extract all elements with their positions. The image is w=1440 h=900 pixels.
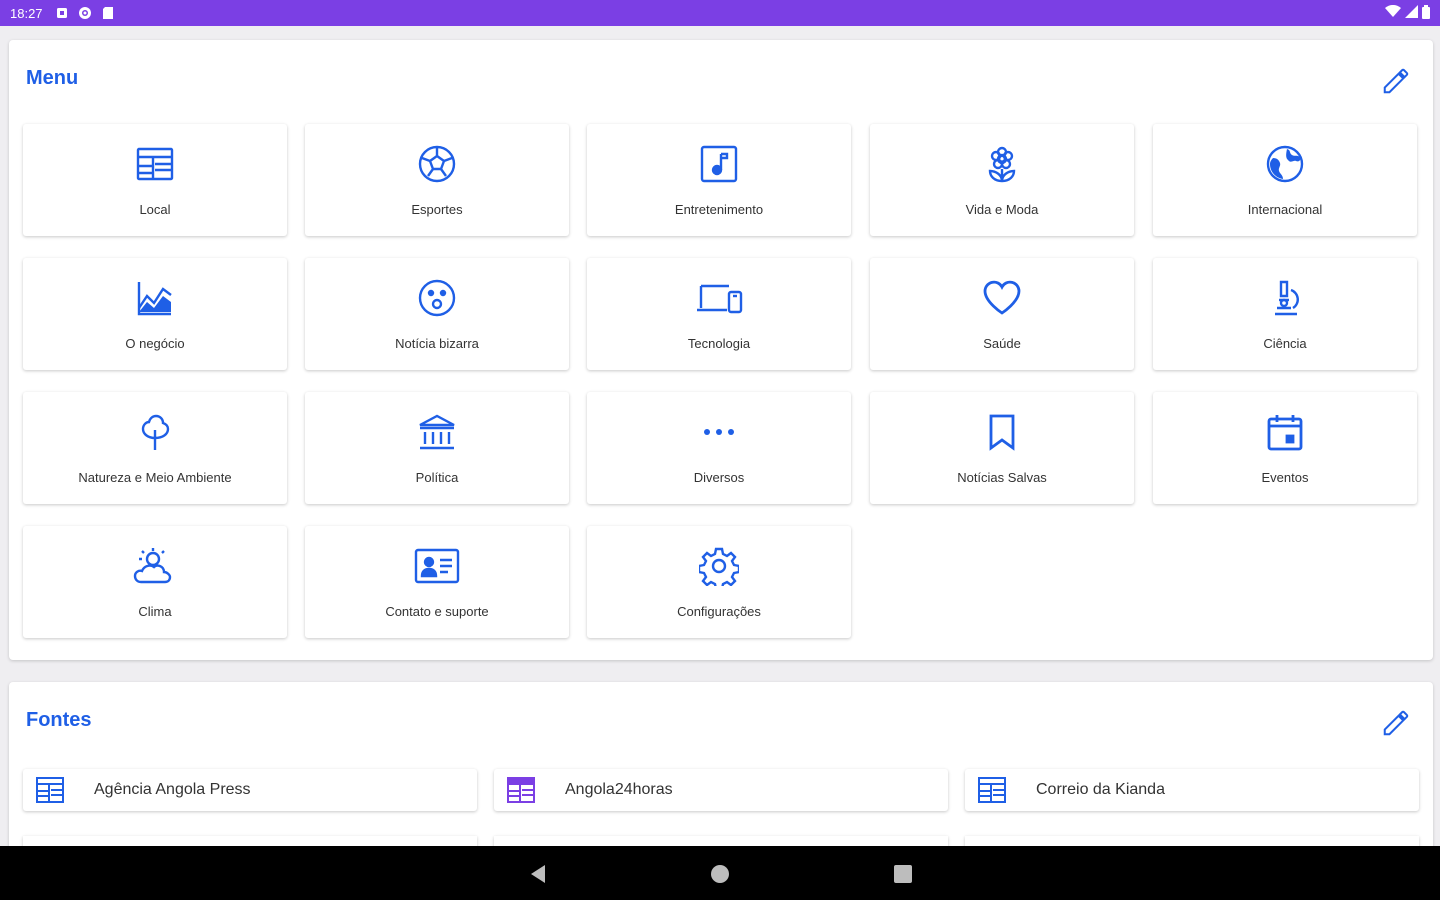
menu-item-label: Internacional	[1247, 202, 1323, 217]
source-label: Angola24horas	[565, 781, 673, 798]
tree-icon	[23, 412, 287, 452]
status-time: 18:27	[10, 5, 43, 21]
menu-item-label: Notícias Salvas	[957, 470, 1047, 485]
surprised-face-icon	[305, 278, 569, 318]
pencil-icon	[1383, 68, 1409, 94]
notification-icon	[55, 6, 69, 20]
menu-card: Menu Local Esportes Entretenimento Vida …	[9, 40, 1433, 660]
menu-item-noticia-bizarra[interactable]: Notícia bizarra	[305, 258, 569, 370]
recents-button[interactable]	[892, 863, 914, 885]
contact-card-icon	[305, 546, 569, 586]
edit-fontes-button[interactable]	[1379, 706, 1413, 740]
pencil-icon	[1383, 710, 1409, 736]
source-item[interactable]: Agência Angola Press	[23, 769, 477, 811]
chart-icon	[23, 278, 287, 318]
menu-item-label: Ciência	[1263, 336, 1307, 351]
local-news-icon	[23, 144, 287, 184]
fontes-title: Fontes	[26, 709, 92, 731]
menu-item-internacional[interactable]: Internacional	[1153, 124, 1417, 236]
devices-icon	[587, 278, 851, 318]
news-source-icon	[506, 775, 536, 805]
menu-title: Menu	[26, 67, 79, 89]
home-circle-icon	[711, 865, 729, 883]
menu-item-label: O negócio	[125, 336, 185, 351]
menu-item-label: Clima	[138, 604, 172, 619]
menu-item-label: Eventos	[1261, 470, 1309, 485]
flower-icon	[870, 144, 1134, 184]
more-dots-icon	[587, 412, 851, 452]
globe-icon	[1153, 144, 1417, 184]
menu-item-politica[interactable]: Política	[305, 392, 569, 504]
source-label: Correio da Kianda	[1036, 781, 1165, 798]
menu-item-label: Configurações	[677, 604, 761, 619]
home-button[interactable]	[709, 863, 731, 885]
menu-item-label: Natureza e Meio Ambiente	[78, 470, 232, 485]
recents-square-icon	[894, 865, 912, 883]
status-bar: 18:27	[0, 0, 1440, 26]
news-source-icon	[35, 775, 65, 805]
menu-item-contato[interactable]: Contato e suporte	[305, 526, 569, 638]
weather-icon	[23, 546, 287, 586]
menu-item-label: Política	[415, 470, 459, 485]
microscope-icon	[1153, 278, 1417, 318]
battery-icon	[1422, 4, 1430, 22]
navigation-bar	[0, 846, 1440, 900]
menu-item-natureza[interactable]: Natureza e Meio Ambiente	[23, 392, 287, 504]
sd-card-icon	[101, 6, 115, 20]
source-item[interactable]: Correio da Kianda	[965, 769, 1419, 811]
edit-menu-button[interactable]	[1379, 64, 1413, 98]
music-note-icon	[587, 144, 851, 184]
source-label: Agência Angola Press	[94, 781, 251, 798]
menu-item-entretenimento[interactable]: Entretenimento	[587, 124, 851, 236]
menu-item-clima[interactable]: Clima	[23, 526, 287, 638]
gear-icon	[587, 546, 851, 586]
sync-icon	[78, 6, 92, 20]
menu-item-label: Esportes	[411, 202, 463, 217]
menu-item-label: Local	[139, 202, 171, 217]
menu-item-label: Entretenimento	[674, 202, 764, 217]
menu-item-noticias-salvas[interactable]: Notícias Salvas	[870, 392, 1134, 504]
menu-item-esportes[interactable]: Esportes	[305, 124, 569, 236]
menu-item-label: Tecnologia	[687, 336, 751, 351]
menu-item-configuracoes[interactable]: Configurações	[587, 526, 851, 638]
menu-item-tecnologia[interactable]: Tecnologia	[587, 258, 851, 370]
menu-item-label: Vida e Moda	[965, 202, 1039, 217]
back-triangle-icon	[531, 865, 545, 883]
back-button[interactable]	[527, 863, 549, 885]
menu-item-local[interactable]: Local	[23, 124, 287, 236]
menu-item-label: Notícia bizarra	[395, 336, 479, 351]
menu-item-vida-e-moda[interactable]: Vida e Moda	[870, 124, 1134, 236]
signal-icon	[1405, 5, 1418, 21]
heart-icon	[870, 278, 1134, 318]
calendar-icon	[1153, 412, 1417, 452]
fontes-card: Fontes Agência Angola Press Angola24hora…	[9, 682, 1433, 866]
menu-item-ciencia[interactable]: Ciência	[1153, 258, 1417, 370]
institution-icon	[305, 412, 569, 452]
menu-item-saude[interactable]: Saúde	[870, 258, 1134, 370]
menu-item-eventos[interactable]: Eventos	[1153, 392, 1417, 504]
source-item[interactable]: Angola24horas	[494, 769, 948, 811]
menu-item-diversos[interactable]: Diversos	[587, 392, 851, 504]
menu-item-label: Saúde	[983, 336, 1021, 351]
status-right	[1385, 4, 1430, 22]
wifi-icon	[1385, 4, 1401, 21]
soccer-ball-icon	[305, 144, 569, 184]
menu-item-o-negocio[interactable]: O negócio	[23, 258, 287, 370]
menu-item-label: Contato e suporte	[385, 604, 489, 619]
bookmark-icon	[870, 412, 1134, 452]
news-source-icon	[977, 775, 1007, 805]
menu-item-label: Diversos	[693, 470, 745, 485]
